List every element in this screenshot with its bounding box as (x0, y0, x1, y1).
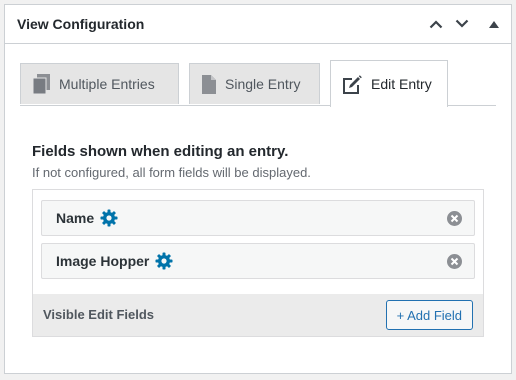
field-row-image-hopper[interactable]: Image Hopper (41, 243, 475, 279)
field-label: Image Hopper (56, 253, 150, 269)
remove-field-icon[interactable] (447, 211, 462, 226)
section-description: If not configured, all form fields will … (32, 165, 311, 180)
visible-edit-fields-label: Visible Edit Fields (43, 307, 155, 322)
tab-edit-entry[interactable]: Edit Entry (330, 60, 448, 107)
chevron-up-icon (429, 19, 443, 29)
gear-icon[interactable] (100, 209, 118, 227)
tab-label: Edit Entry (371, 76, 432, 92)
visible-edit-fields-area: Name Image Hopper Visible Edit Fields + … (32, 189, 484, 337)
move-up-button[interactable] (425, 13, 447, 35)
remove-field-icon[interactable] (447, 254, 462, 269)
multiple-entries-icon (33, 74, 50, 94)
section-title: Fields shown when editing an entry. (32, 143, 289, 160)
view-tabs: Multiple Entries Single Entry Edit Entry (20, 60, 496, 107)
tab-single-entry[interactable]: Single Entry (189, 63, 320, 104)
move-down-button[interactable] (451, 13, 473, 35)
fields-footer: Visible Edit Fields + Add Field (33, 294, 483, 336)
gear-icon[interactable] (155, 252, 173, 270)
single-entry-icon (202, 74, 216, 94)
chevron-down-icon (455, 19, 469, 29)
field-label: Name (56, 210, 95, 226)
field-row-name[interactable]: Name (41, 200, 475, 236)
view-configuration-panel: View Configuration Multiple Entries Sing… (4, 4, 512, 374)
panel-header: View Configuration (5, 5, 511, 44)
toggle-panel-button[interactable] (483, 13, 505, 35)
add-field-button[interactable]: + Add Field (385, 300, 473, 330)
tab-label: Single Entry (225, 76, 301, 92)
panel-title: View Configuration (17, 16, 145, 32)
triangle-up-icon (489, 20, 499, 28)
tab-label: Multiple Entries (59, 76, 155, 92)
tab-multiple-entries[interactable]: Multiple Entries (20, 63, 179, 104)
edit-entry-icon (343, 74, 362, 94)
